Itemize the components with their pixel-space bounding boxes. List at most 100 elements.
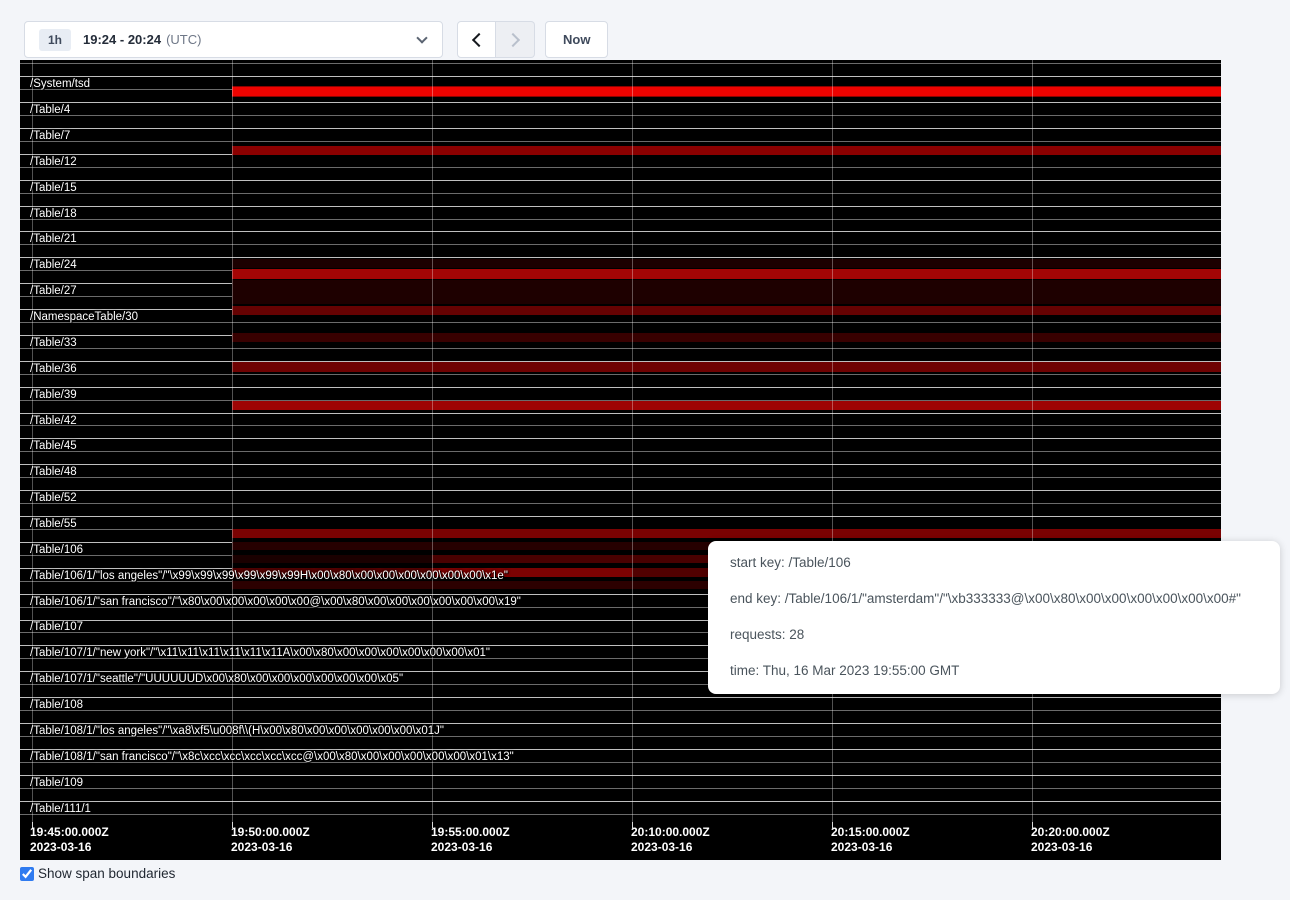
heat-band[interactable] xyxy=(232,259,1221,268)
span-boundary-line xyxy=(20,348,1221,349)
span-boundary-line xyxy=(20,180,1221,181)
row-label: /NamespaceTable/30 xyxy=(30,311,138,323)
time-gridline xyxy=(1032,60,1033,822)
time-range-selector[interactable]: 1h 19:24 - 20:24 (UTC) xyxy=(24,21,443,58)
row-label: /Table/36 xyxy=(30,363,77,375)
span-boundary-line xyxy=(20,193,1221,194)
row-label: /Table/106/1/"san francisco"/"\x80\x00\x… xyxy=(30,596,521,608)
span-boundary-line xyxy=(20,490,1221,491)
time-gridline xyxy=(232,60,233,822)
row-label: /Table/109 xyxy=(30,777,83,789)
heat-band[interactable] xyxy=(632,568,708,577)
span-boundary-line xyxy=(20,425,1221,426)
span-boundary-line xyxy=(20,464,1221,465)
row-label: /Table/24 xyxy=(30,259,77,271)
span-boundary-line xyxy=(20,219,1221,220)
span-boundary-line xyxy=(20,76,1221,77)
axis-tick-label: 19:50:00.000Z2023-03-16 xyxy=(231,825,310,855)
row-label: /Table/48 xyxy=(30,466,77,478)
row-label: /Table/45 xyxy=(30,440,77,452)
heat-band[interactable] xyxy=(232,529,1221,539)
span-boundary-line xyxy=(20,710,1221,711)
span-tooltip: start key: /Table/106 end key: /Table/10… xyxy=(708,541,1280,694)
heat-band[interactable] xyxy=(232,401,1221,410)
time-range-text: 19:24 - 20:24 xyxy=(83,32,161,47)
tooltip-start-key: start key: /Table/106 xyxy=(730,545,1258,581)
span-boundary-line xyxy=(20,231,1221,232)
heat-band[interactable] xyxy=(232,306,1221,315)
tooltip-requests: requests: 28 xyxy=(730,617,1258,653)
time-gridline xyxy=(832,60,833,822)
axis-tick-label: 20:15:00.000Z2023-03-16 xyxy=(831,825,910,855)
span-boundary-line xyxy=(20,387,1221,388)
span-boundary-line xyxy=(20,63,1221,64)
axis-tick-label: 19:55:00.000Z2023-03-16 xyxy=(431,825,510,855)
span-boundary-line xyxy=(20,516,1221,517)
heat-band[interactable] xyxy=(232,86,1221,97)
row-label: /Table/7 xyxy=(30,130,70,142)
span-boundary-line xyxy=(20,814,1221,815)
row-label: /Table/39 xyxy=(30,389,77,401)
span-boundary-line xyxy=(20,206,1221,207)
row-label: /Table/21 xyxy=(30,233,77,245)
span-boundary-line xyxy=(20,374,1221,375)
axis-tick-label: 19:45:00.000Z2023-03-16 xyxy=(30,825,109,855)
row-label: /Table/33 xyxy=(30,337,77,349)
span-boundary-line xyxy=(20,244,1221,245)
show-span-boundaries-label[interactable]: Show span boundaries xyxy=(38,866,175,881)
row-label: /Table/106 xyxy=(30,544,83,556)
previous-interval-button[interactable] xyxy=(457,21,496,58)
span-boundary-line xyxy=(20,788,1221,789)
heat-band[interactable] xyxy=(232,146,1221,155)
next-interval-button[interactable] xyxy=(496,21,535,58)
row-label: /Table/27 xyxy=(30,285,77,297)
span-boundary-line xyxy=(20,167,1221,168)
span-boundary-line xyxy=(20,128,1221,129)
span-boundary-line xyxy=(20,801,1221,802)
chevron-down-icon xyxy=(416,32,427,43)
show-span-boundaries-checkbox[interactable] xyxy=(20,867,34,881)
key-visualizer-heatmap[interactable]: /System/tsd/Table/4/Table/7/Table/12/Tab… xyxy=(20,60,1221,860)
time-range-duration-badge: 1h xyxy=(39,29,71,51)
row-label: /Table/107/1/"new york"/"\x11\x11\x11\x1… xyxy=(30,647,490,659)
heat-band[interactable] xyxy=(232,280,1221,304)
row-label: /System/tsd xyxy=(30,78,90,90)
axis-tick-label: 20:20:00.000Z2023-03-16 xyxy=(1031,825,1110,855)
heat-band[interactable] xyxy=(232,333,1221,342)
span-boundary-line xyxy=(20,451,1221,452)
show-span-boundaries-control: Show span boundaries xyxy=(20,866,175,881)
now-button[interactable]: Now xyxy=(545,21,608,58)
heat-band[interactable] xyxy=(232,555,432,563)
row-label: /Table/111/1 xyxy=(30,803,91,815)
tooltip-end-key: end key: /Table/106/1/"amsterdam"/"\xb33… xyxy=(730,581,1258,617)
time-gridline xyxy=(632,60,633,822)
row-label: /Table/106/1/"los angeles"/"\x99\x99\x99… xyxy=(30,570,508,582)
chevron-right-icon xyxy=(506,32,520,46)
span-boundary-line xyxy=(20,438,1221,439)
chevron-left-icon xyxy=(471,32,485,46)
span-boundary-line xyxy=(20,477,1221,478)
span-boundary-line xyxy=(20,141,1221,142)
span-boundary-line xyxy=(20,749,1221,750)
row-label: /Table/108 xyxy=(30,699,83,711)
span-boundary-line xyxy=(20,413,1221,414)
time-nav-group xyxy=(457,21,535,58)
time-range-zone: (UTC) xyxy=(166,32,201,47)
span-boundary-line xyxy=(20,102,1221,103)
heat-band[interactable] xyxy=(432,555,708,563)
row-label: /Table/42 xyxy=(30,415,77,427)
span-boundary-line xyxy=(20,697,1221,698)
heat-band[interactable] xyxy=(232,362,1221,372)
row-label: /Table/108/1/"los angeles"/"\xa8\xf5\u00… xyxy=(30,725,444,737)
span-boundary-line xyxy=(20,723,1221,724)
tooltip-time: time: Thu, 16 Mar 2023 19:55:00 GMT xyxy=(730,653,1258,689)
row-label: /Table/107 xyxy=(30,621,83,633)
heat-band[interactable] xyxy=(232,269,1221,279)
span-boundary-line xyxy=(20,503,1221,504)
row-label: /Table/12 xyxy=(30,156,77,168)
axis-tick-label: 20:10:00.000Z2023-03-16 xyxy=(631,825,710,855)
span-boundary-line xyxy=(20,115,1221,116)
span-boundary-line xyxy=(20,775,1221,776)
row-label: /Table/52 xyxy=(30,492,77,504)
row-label: /Table/18 xyxy=(30,208,77,220)
